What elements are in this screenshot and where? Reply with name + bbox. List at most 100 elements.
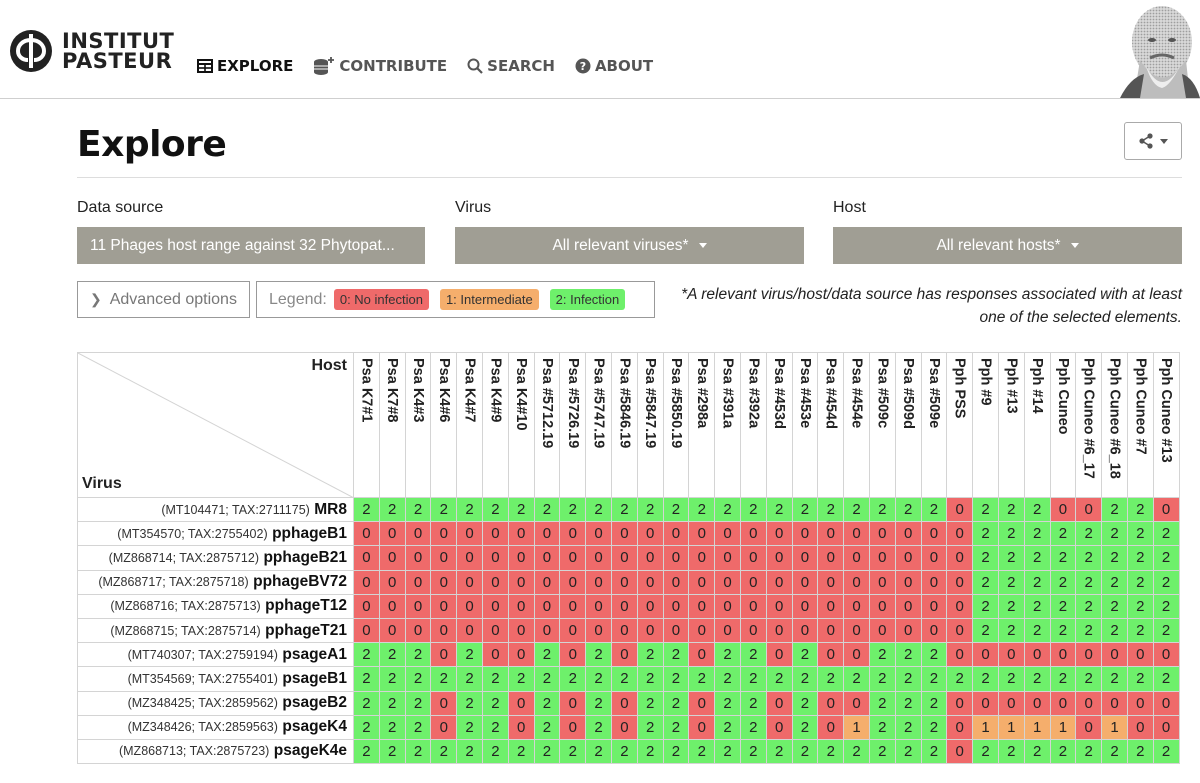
matrix-cell[interactable]: 0: [636, 569, 664, 595]
matrix-cell[interactable]: 2: [1126, 569, 1154, 595]
matrix-cell[interactable]: 0: [946, 496, 974, 523]
matrix-cell[interactable]: 2: [1075, 617, 1103, 644]
matrix-cell[interactable]: 0: [533, 521, 561, 547]
virus-row-label[interactable]: (MZ868715; TAX:2875714) pphageT21: [77, 617, 354, 644]
matrix-cell[interactable]: 2: [1075, 545, 1103, 571]
matrix-cell[interactable]: 2: [972, 521, 999, 547]
matrix-cell[interactable]: 2: [739, 666, 767, 692]
matrix-cell[interactable]: 2: [946, 666, 974, 692]
matrix-cell[interactable]: 0: [456, 617, 483, 644]
virus-select[interactable]: All relevant viruses*: [455, 227, 804, 264]
matrix-cell[interactable]: 2: [585, 738, 612, 765]
matrix-cell[interactable]: 2: [1126, 521, 1154, 547]
matrix-cell[interactable]: 0: [353, 593, 380, 619]
share-button[interactable]: [1124, 122, 1182, 160]
matrix-cell[interactable]: 2: [739, 690, 767, 716]
matrix-cell[interactable]: 2: [404, 714, 432, 740]
matrix-cell[interactable]: 2: [688, 738, 716, 765]
matrix-cell[interactable]: 2: [1023, 545, 1051, 571]
matrix-cell[interactable]: 0: [1049, 690, 1077, 716]
matrix-cell[interactable]: 2: [868, 642, 896, 668]
matrix-cell[interactable]: 2: [1075, 738, 1103, 765]
matrix-cell[interactable]: 1: [1023, 714, 1051, 740]
host-column-header[interactable]: Psa #454e: [843, 352, 870, 498]
matrix-cell[interactable]: 2: [1101, 496, 1128, 523]
matrix-cell[interactable]: 0: [585, 617, 612, 644]
matrix-cell[interactable]: 2: [765, 496, 793, 523]
host-column-header[interactable]: Psa #5712.19: [533, 352, 561, 498]
matrix-cell[interactable]: 2: [997, 738, 1025, 765]
matrix-cell[interactable]: 2: [456, 496, 483, 523]
matrix-cell[interactable]: 0: [688, 714, 716, 740]
matrix-cell[interactable]: 0: [507, 569, 535, 595]
matrix-cell[interactable]: 2: [533, 642, 561, 668]
matrix-cell[interactable]: 0: [507, 545, 535, 571]
matrix-cell[interactable]: 2: [1075, 593, 1103, 619]
matrix-cell[interactable]: 0: [378, 593, 406, 619]
matrix-cell[interactable]: 0: [507, 690, 535, 716]
matrix-cell[interactable]: 2: [1101, 521, 1128, 547]
matrix-cell[interactable]: 0: [353, 617, 380, 644]
matrix-cell[interactable]: 0: [1152, 690, 1180, 716]
matrix-cell[interactable]: 0: [378, 617, 406, 644]
matrix-cell[interactable]: 0: [894, 569, 922, 595]
matrix-cell[interactable]: 2: [404, 738, 432, 765]
matrix-cell[interactable]: 2: [1049, 593, 1077, 619]
matrix-cell[interactable]: 0: [430, 690, 458, 716]
matrix-cell[interactable]: 0: [843, 617, 870, 644]
matrix-cell[interactable]: 1: [997, 714, 1025, 740]
matrix-cell[interactable]: 0: [920, 569, 948, 595]
matrix-cell[interactable]: 0: [946, 690, 974, 716]
matrix-cell[interactable]: 0: [920, 545, 948, 571]
matrix-cell[interactable]: 0: [765, 569, 793, 595]
matrix-cell[interactable]: 2: [1023, 617, 1051, 644]
matrix-cell[interactable]: 0: [481, 593, 509, 619]
matrix-cell[interactable]: 2: [868, 738, 896, 765]
matrix-cell[interactable]: 2: [1023, 593, 1051, 619]
virus-row-label[interactable]: (MT740307; TAX:2759194) psageA1: [77, 642, 354, 668]
matrix-cell[interactable]: 0: [404, 569, 432, 595]
matrix-cell[interactable]: 2: [636, 714, 664, 740]
matrix-cell[interactable]: 0: [559, 714, 587, 740]
matrix-cell[interactable]: 2: [1126, 496, 1154, 523]
matrix-cell[interactable]: 2: [920, 642, 948, 668]
matrix-cell[interactable]: 0: [688, 569, 716, 595]
host-select[interactable]: All relevant hosts*: [833, 227, 1182, 264]
virus-row-label[interactable]: (MT354569; TAX:2755401) psageB1: [77, 666, 354, 692]
matrix-cell[interactable]: 2: [972, 738, 999, 765]
matrix-cell[interactable]: 1: [972, 714, 999, 740]
matrix-cell[interactable]: 0: [765, 690, 793, 716]
matrix-cell[interactable]: 2: [997, 666, 1025, 692]
matrix-cell[interactable]: 0: [946, 521, 974, 547]
matrix-cell[interactable]: 0: [894, 521, 922, 547]
matrix-cell[interactable]: 2: [765, 738, 793, 765]
matrix-cell[interactable]: 2: [791, 690, 819, 716]
matrix-cell[interactable]: 2: [559, 496, 587, 523]
matrix-cell[interactable]: 0: [610, 593, 638, 619]
matrix-cell[interactable]: 2: [507, 666, 535, 692]
matrix-cell[interactable]: 2: [714, 714, 741, 740]
matrix-cell[interactable]: 2: [920, 714, 948, 740]
matrix-cell[interactable]: 2: [662, 690, 690, 716]
matrix-cell[interactable]: 0: [946, 642, 974, 668]
matrix-cell[interactable]: 2: [610, 738, 638, 765]
matrix-cell[interactable]: 0: [894, 545, 922, 571]
matrix-cell[interactable]: 2: [817, 666, 845, 692]
host-column-header[interactable]: Psa K4#10: [507, 352, 535, 498]
matrix-cell[interactable]: 0: [1101, 690, 1128, 716]
matrix-cell[interactable]: 2: [1101, 738, 1128, 765]
matrix-cell[interactable]: 2: [533, 690, 561, 716]
matrix-cell[interactable]: 2: [868, 666, 896, 692]
host-column-header[interactable]: Psa K7#1: [353, 352, 380, 498]
matrix-cell[interactable]: 0: [404, 521, 432, 547]
host-column-header[interactable]: Psa #5747.19: [585, 352, 612, 498]
matrix-cell[interactable]: 2: [636, 690, 664, 716]
matrix-cell[interactable]: 0: [817, 690, 845, 716]
matrix-cell[interactable]: 0: [1049, 642, 1077, 668]
matrix-cell[interactable]: 0: [456, 545, 483, 571]
matrix-cell[interactable]: 0: [430, 521, 458, 547]
matrix-cell[interactable]: 0: [610, 569, 638, 595]
matrix-cell[interactable]: 0: [507, 617, 535, 644]
matrix-cell[interactable]: 0: [636, 521, 664, 547]
matrix-cell[interactable]: 0: [533, 617, 561, 644]
